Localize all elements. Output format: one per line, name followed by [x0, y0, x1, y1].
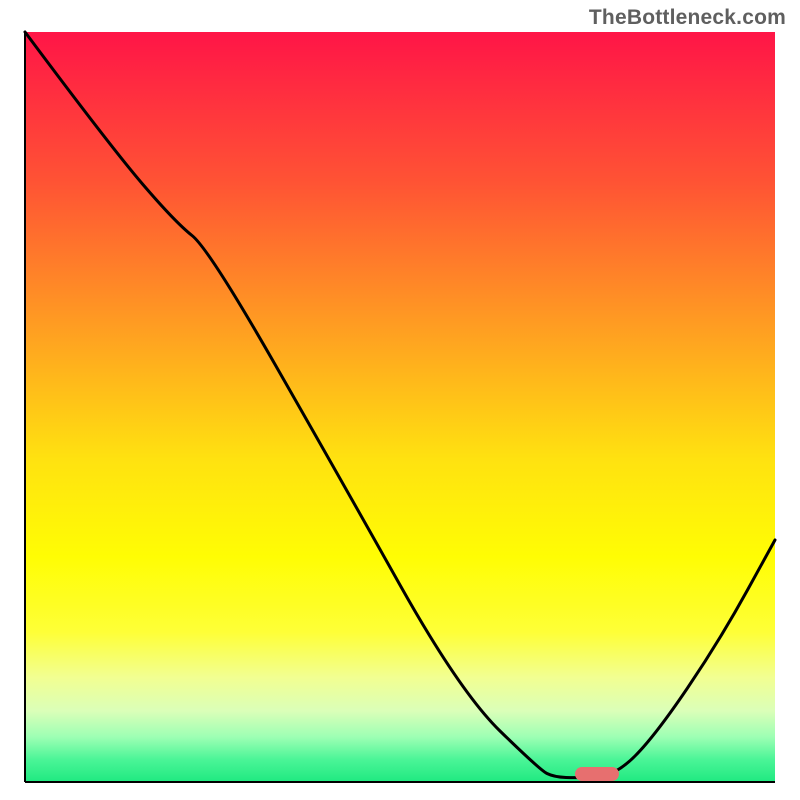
bottleneck-chart	[0, 0, 800, 800]
plot-background	[25, 32, 775, 782]
optimal-marker	[575, 767, 619, 781]
